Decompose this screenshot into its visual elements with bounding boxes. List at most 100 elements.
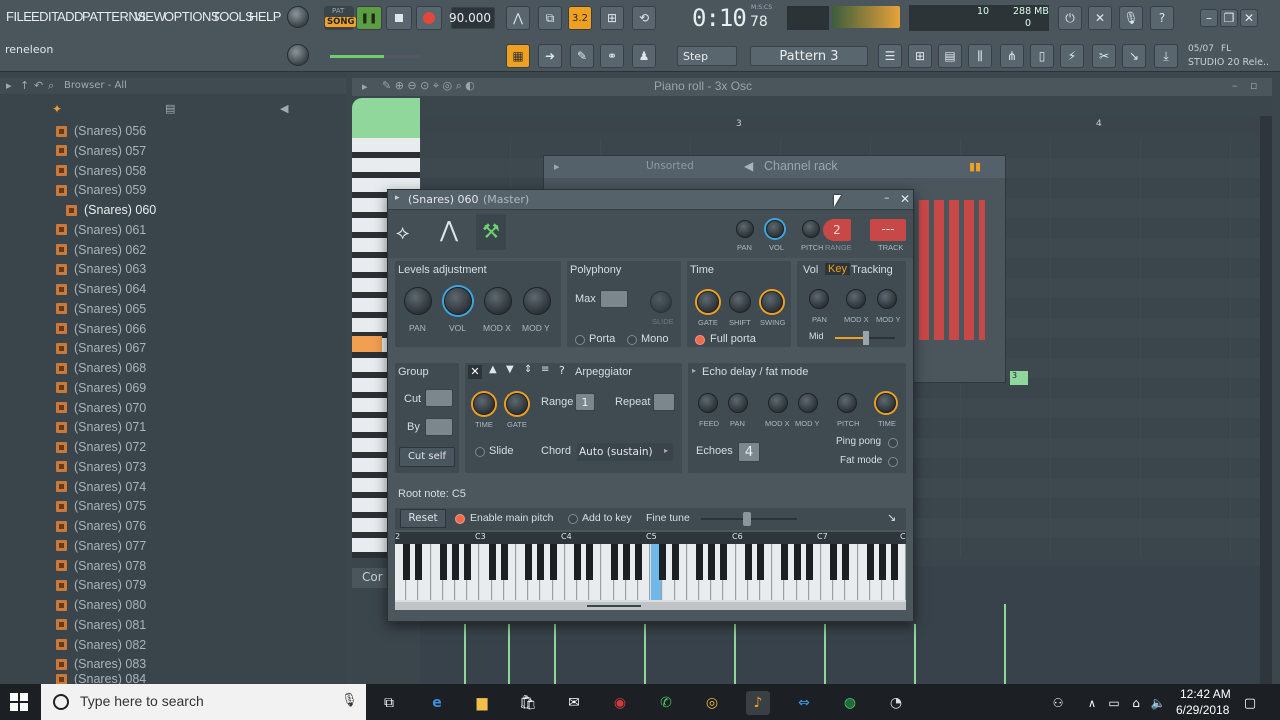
taskbar-search-box[interactable]: Type here to search 🎙 [41, 684, 366, 720]
pattern-selector[interactable]: Pattern 3 [750, 46, 868, 66]
black-key[interactable] [586, 544, 594, 580]
volume-icon[interactable]: 🔈 [1146, 691, 1170, 715]
obs-icon[interactable]: ◔ [884, 691, 908, 715]
black-key[interactable] [805, 544, 813, 580]
browser-list-item[interactable]: (Snares) 060 [66, 200, 156, 220]
mail-icon[interactable]: ✉ [562, 691, 586, 715]
black-key[interactable] [622, 544, 630, 580]
keyboard-scrollbar[interactable] [395, 602, 906, 610]
chevron-up-icon[interactable]: ∧ [1080, 691, 1104, 715]
snap-selector[interactable]: Step [677, 46, 737, 66]
keyboard-scroll-handle[interactable] [587, 605, 641, 607]
mixer-track-selector[interactable]: --- [870, 219, 906, 241]
browser-list-item[interactable]: (Snares) 061 [56, 220, 146, 240]
download-button[interactable]: ⤓ [1154, 44, 1178, 68]
master-volume-knob[interactable] [287, 6, 309, 28]
black-key[interactable] [793, 544, 801, 580]
search-icon[interactable]: ⌕ [48, 79, 54, 93]
close-icon[interactable]: ✕ [900, 192, 910, 206]
black-key[interactable] [635, 544, 643, 580]
step-sequencer-grid[interactable] [919, 200, 985, 340]
browser-list-item[interactable]: (Snares) 056 [56, 121, 146, 141]
tracking-mody-knob[interactable] [877, 289, 897, 309]
browser-list-item[interactable]: (Snares) 071 [56, 417, 146, 437]
people-icon[interactable]: ⚇ [1046, 691, 1070, 715]
browser-list-item[interactable]: (Snares) 057 [56, 141, 146, 161]
browser-list-item[interactable]: (Snares) 068 [56, 358, 146, 378]
echoes-field[interactable]: 4 [738, 442, 760, 462]
channel-pitch-knob[interactable] [802, 220, 820, 238]
black-key[interactable] [659, 544, 667, 580]
channel-volume-knob[interactable] [766, 220, 784, 238]
file-explorer-icon[interactable]: ▆ [470, 691, 494, 715]
tools-button[interactable]: ✕ [1088, 6, 1112, 30]
app-icon-red[interactable]: ◉ [608, 691, 632, 715]
black-key[interactable] [671, 544, 679, 580]
channel-filter[interactable]: Unsorted [646, 160, 694, 172]
tracking-modx-knob[interactable] [846, 289, 866, 309]
arp-up-icon[interactable]: ▲ [489, 364, 497, 375]
up-arrow-icon[interactable]: ↑ [20, 79, 29, 92]
menu-arrow-icon[interactable]: ▸ [6, 79, 12, 92]
window-menu-icon[interactable]: ▸ [395, 193, 400, 203]
minimize-button[interactable]: – [1200, 9, 1218, 27]
browser-list-item[interactable]: (Snares) 080 [56, 595, 146, 615]
mixer-button[interactable]: ⫼ [968, 44, 992, 68]
browser-list-item[interactable]: (Snares) 077 [56, 536, 146, 556]
rack-menu-icon[interactable]: ▸ [554, 160, 560, 173]
master-pitch-knob[interactable] [287, 44, 309, 66]
browser-list-item[interactable]: (Snares) 083 [56, 654, 146, 674]
browser-list-item[interactable]: (Snares) 065 [56, 299, 146, 319]
close-button[interactable]: ✕ [1240, 9, 1258, 27]
cut-group-field[interactable] [425, 389, 453, 407]
echo-pan-knob[interactable] [728, 393, 748, 413]
black-key[interactable] [708, 544, 716, 580]
black-key[interactable] [610, 544, 618, 580]
browser-list-item[interactable]: (Snares) 076 [56, 516, 146, 536]
window-minimize-icon[interactable]: – [1232, 79, 1238, 92]
arp-time-knob[interactable] [473, 393, 495, 415]
browser-list-item[interactable]: (Snares) 059 [56, 180, 146, 200]
echo-time-knob[interactable] [876, 393, 896, 413]
browser-list-item[interactable]: (Snares) 062 [56, 240, 146, 260]
black-key[interactable] [574, 544, 582, 580]
cut-self-button[interactable]: Cut self [399, 447, 455, 467]
project-button[interactable]: ▯ [1030, 44, 1054, 68]
arrow-button[interactable]: ➜ [538, 44, 562, 68]
black-key[interactable] [891, 544, 899, 580]
echo-pitch-knob[interactable] [837, 393, 857, 413]
black-key[interactable] [549, 544, 557, 580]
pat-song-switch[interactable]: PAT SONG [324, 6, 357, 30]
menu-options[interactable]: OPTIONS [164, 9, 220, 27]
link-button[interactable]: ⚭ [600, 44, 624, 68]
porta-radio[interactable] [575, 335, 585, 345]
help-button[interactable]: ? [1150, 6, 1174, 30]
countdown-button[interactable]: 3.2 [568, 6, 592, 30]
piano-roll-button[interactable]: ⊞ [908, 44, 932, 68]
enable-main-pitch-radio[interactable] [455, 514, 465, 524]
tool-icons[interactable]: ✎ ⊕ ⊖ ⊙ ⌖ ◎ ⌕ ◐ [382, 79, 475, 93]
fat-mode-radio[interactable] [888, 457, 898, 467]
microphone-icon[interactable]: 🎙 [341, 693, 358, 708]
window-maximize-icon[interactable]: ▫ [1250, 79, 1257, 92]
plugin-button[interactable]: ⚡ [1060, 44, 1084, 68]
black-key[interactable] [403, 544, 411, 580]
minimize-icon[interactable]: – [884, 191, 890, 204]
menu-edit[interactable]: EDIT [31, 9, 59, 27]
browser-list-item[interactable]: (Snares) 074 [56, 477, 146, 497]
record-button[interactable] [416, 6, 442, 30]
black-key[interactable] [842, 544, 850, 580]
root-reset-button[interactable]: Reset [400, 509, 446, 528]
clock-date[interactable]: 6/29/2018 [1176, 703, 1229, 717]
browser-list-item[interactable]: (Snares) 081 [56, 615, 146, 635]
levels-volume-knob[interactable] [444, 287, 472, 315]
levels-modx-knob[interactable] [484, 287, 512, 315]
speaker-icon[interactable]: ◀ [280, 102, 288, 115]
mic-button[interactable]: 🎙 [1119, 6, 1143, 30]
browser-list-item[interactable]: (Snares) 075 [56, 496, 146, 516]
pitch-range-display[interactable]: 2 [823, 219, 851, 241]
browser-list-item[interactable]: (Snares) 064 [56, 279, 146, 299]
misc-tab[interactable]: ⚒ [476, 214, 506, 250]
restore-button[interactable]: ❐ [1220, 9, 1238, 27]
black-key[interactable] [781, 544, 789, 580]
